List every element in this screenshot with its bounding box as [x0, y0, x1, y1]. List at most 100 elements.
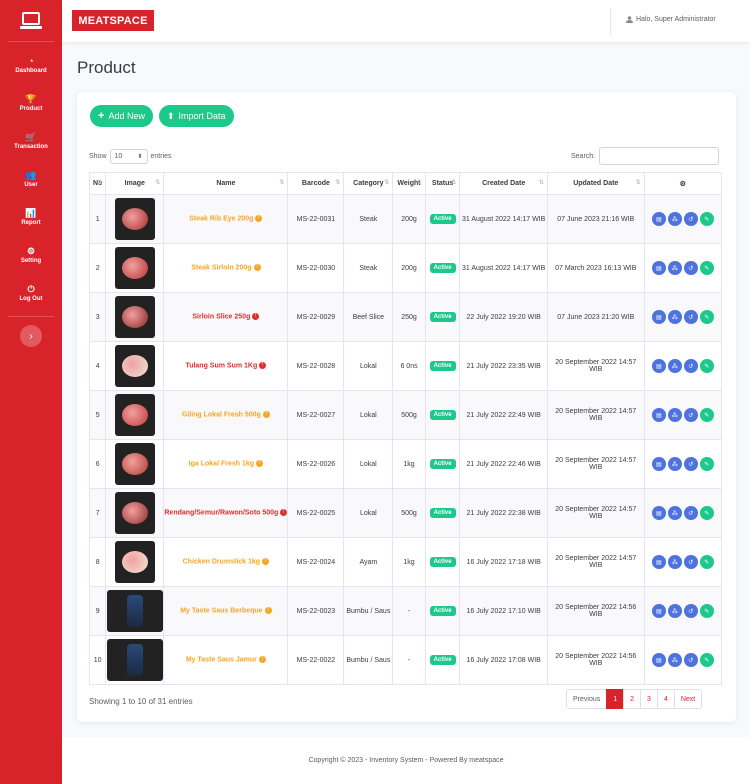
- history-icon[interactable]: ↺: [683, 261, 698, 275]
- sidebar-item-product[interactable]: 🏆 Product: [0, 84, 62, 122]
- stock-icon[interactable]: ⁂: [667, 310, 682, 324]
- history-icon[interactable]: ↺: [683, 359, 698, 373]
- barcode-print-icon[interactable]: ▤: [651, 653, 666, 667]
- import-data-button[interactable]: ⬆ Import Data: [159, 105, 234, 127]
- edit-icon[interactable]: ✎: [699, 653, 714, 667]
- weight: 250g: [401, 313, 417, 321]
- column-header[interactable]: Barcode ⇅: [287, 172, 345, 195]
- status-badge: Active: [429, 214, 456, 224]
- history-icon[interactable]: ↺: [683, 457, 698, 471]
- sidebar-item-setting[interactable]: ⚙ Setting: [0, 236, 62, 274]
- brand-logo[interactable]: MEATSPACE: [72, 10, 154, 31]
- barcode-print-icon[interactable]: ▤: [651, 457, 666, 471]
- barcode-print-icon[interactable]: ▤: [651, 604, 666, 618]
- product-image[interactable]: [106, 639, 163, 681]
- updated-date: 07 June 2023 21:20 WIB: [557, 313, 635, 321]
- history-icon[interactable]: ↺: [683, 653, 698, 667]
- product-image[interactable]: [106, 590, 163, 632]
- history-icon[interactable]: ↺: [683, 310, 698, 324]
- stock-icon[interactable]: ⁂: [667, 408, 682, 422]
- product-image[interactable]: [114, 541, 155, 583]
- barcode-print-icon[interactable]: ▤: [651, 359, 666, 373]
- stock-icon[interactable]: ⁂: [667, 457, 682, 471]
- actions-cell: ▤ ⁂ ↺ ✎: [643, 439, 723, 489]
- product-image[interactable]: [114, 345, 155, 387]
- created-date: 16 July 2022 17:10 WIB: [466, 607, 541, 615]
- history-icon[interactable]: ↺: [683, 408, 698, 422]
- laptop-icon[interactable]: [8, 0, 54, 42]
- row-actions: ▤ ⁂ ↺ ✎: [645, 653, 721, 667]
- status-cell: Active: [424, 341, 461, 391]
- sidebar-item-log-out[interactable]: ⏻ Log Out: [0, 274, 62, 312]
- product-image[interactable]: [114, 394, 155, 436]
- column-header[interactable]: Category ⇅: [343, 172, 394, 195]
- column-header[interactable]: Weight ⇅: [392, 172, 426, 195]
- stock-icon[interactable]: ⁂: [667, 555, 682, 569]
- barcode-print-icon[interactable]: ▤: [651, 310, 666, 324]
- product-image[interactable]: [114, 247, 155, 289]
- barcode-print-icon[interactable]: ▤: [651, 261, 666, 275]
- sidebar-item-report[interactable]: 📊 Report: [0, 198, 62, 236]
- page-2-button[interactable]: 2: [623, 689, 642, 709]
- barcode-print-icon[interactable]: ▤: [651, 506, 666, 520]
- stock-icon[interactable]: ⁂: [667, 261, 682, 275]
- add-new-button[interactable]: + Add New: [90, 105, 153, 127]
- entries-select[interactable]: 10 ⬍: [109, 149, 148, 164]
- edit-icon[interactable]: ✎: [699, 212, 714, 226]
- table-info: Showing 1 to 10 of 31 entries: [89, 697, 193, 706]
- stock-icon[interactable]: ⁂: [667, 506, 682, 520]
- sidebar-item-dashboard[interactable]: ◔ Dashboard: [0, 46, 62, 84]
- stock-icon[interactable]: ⁂: [667, 653, 682, 667]
- history-icon[interactable]: ↺: [683, 506, 698, 520]
- column-header[interactable]: ⚙: [643, 172, 723, 195]
- barcode-print-icon[interactable]: ▤: [651, 212, 666, 226]
- column-header[interactable]: Status ⇅: [424, 172, 461, 195]
- product-name: Steak Sirloin 200g: [191, 264, 252, 272]
- search-input[interactable]: [599, 147, 720, 165]
- show-label: Show: [89, 153, 107, 160]
- edit-icon[interactable]: ✎: [699, 506, 714, 520]
- page-1-button[interactable]: 1: [606, 689, 625, 709]
- edit-icon[interactable]: ✎: [699, 261, 714, 275]
- barcode-cell: MS-22-0023: [287, 586, 345, 636]
- history-icon[interactable]: ↺: [683, 604, 698, 618]
- page-3-button[interactable]: 3: [640, 689, 658, 709]
- history-icon[interactable]: ↺: [683, 555, 698, 569]
- barcode-print-icon[interactable]: ▤: [651, 555, 666, 569]
- weight-cell: 500g: [392, 390, 426, 440]
- column-header[interactable]: Name ⇅: [163, 172, 289, 195]
- sidebar-item-user[interactable]: 👥 User: [0, 160, 62, 198]
- user-menu[interactable]: Halo, Super Administrator: [626, 16, 716, 23]
- column-header-label: Category: [353, 180, 384, 187]
- product-image[interactable]: [114, 492, 155, 534]
- barcode: MS-22-0025: [296, 509, 336, 517]
- stock-icon[interactable]: ⁂: [667, 212, 682, 226]
- column-header[interactable]: Image ⇅: [105, 172, 165, 195]
- barcode: MS-22-0027: [296, 411, 336, 419]
- sidebar-item-label: Dashboard: [15, 68, 47, 74]
- column-header[interactable]: Updated Date ⇅: [546, 172, 645, 195]
- barcode-cell: MS-22-0026: [287, 439, 345, 489]
- edit-icon[interactable]: ✎: [699, 359, 714, 373]
- stock-icon[interactable]: ⁂: [667, 359, 682, 373]
- edit-icon[interactable]: ✎: [699, 408, 714, 422]
- edit-icon[interactable]: ✎: [699, 457, 714, 471]
- column-header[interactable]: Created Date ⇅: [459, 172, 548, 195]
- updated-date: 20 September 2022 14:56 WIB: [555, 653, 637, 667]
- page-4-button[interactable]: 4: [656, 689, 675, 709]
- barcode-print-icon[interactable]: ▤: [651, 408, 666, 422]
- product-image[interactable]: [114, 198, 155, 240]
- column-header[interactable]: No ⇅: [88, 172, 107, 195]
- previous-page-button[interactable]: Previous: [566, 689, 608, 709]
- next-page-button[interactable]: Next: [673, 689, 703, 709]
- product-image[interactable]: [114, 443, 155, 485]
- entries-label: entries: [150, 153, 172, 160]
- sidebar-item-transaction[interactable]: 🛒 Transaction: [0, 122, 62, 160]
- edit-icon[interactable]: ✎: [699, 310, 714, 324]
- edit-icon[interactable]: ✎: [699, 604, 714, 618]
- history-icon[interactable]: ↺: [683, 212, 698, 226]
- edit-icon[interactable]: ✎: [699, 555, 714, 569]
- sidebar-toggle-button[interactable]: ›: [20, 325, 42, 347]
- stock-icon[interactable]: ⁂: [667, 604, 682, 618]
- product-image[interactable]: [114, 296, 155, 338]
